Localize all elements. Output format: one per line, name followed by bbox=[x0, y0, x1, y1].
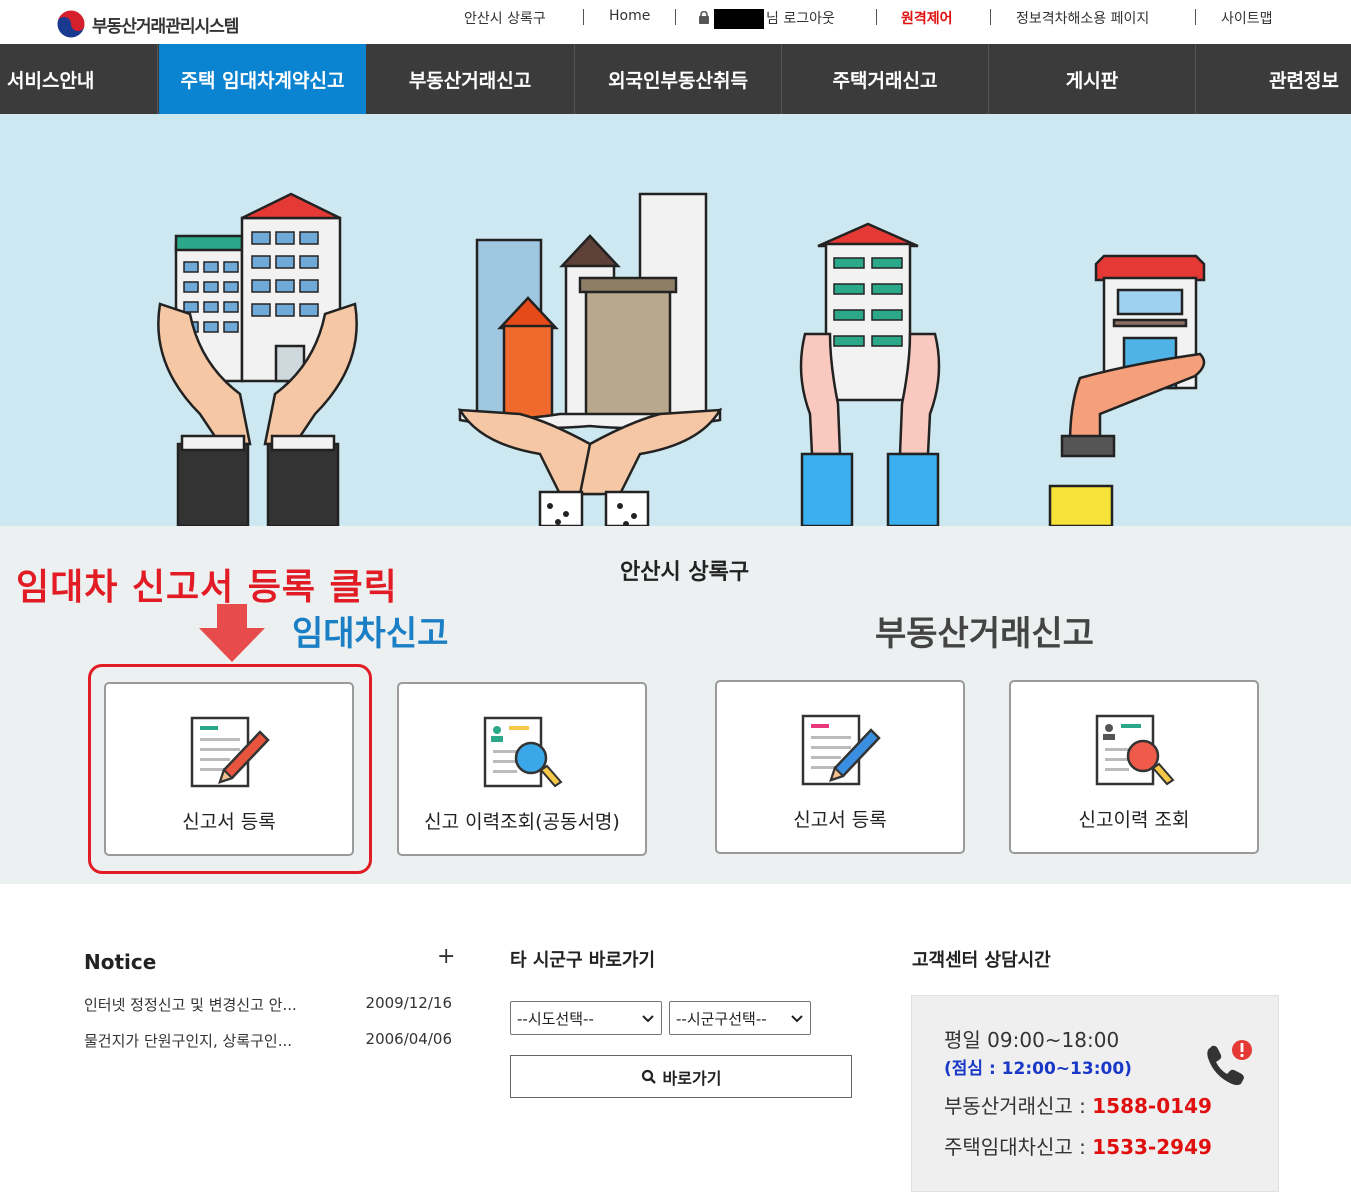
region-jump-title: 타 시군구 바로가기 bbox=[510, 950, 656, 971]
nav-lease-report[interactable]: 주택 임대차계약신고 bbox=[159, 44, 366, 114]
nav-service-info[interactable]: 서비스안내 bbox=[0, 44, 158, 114]
lease-phone-label: 주택임대차신고 : bbox=[944, 1135, 1093, 1159]
trade-phone-line: 부동산거래신고 : 1588-0149 bbox=[944, 1090, 1212, 1119]
hero-banner bbox=[0, 114, 1351, 526]
phone-alert-icon bbox=[1207, 1040, 1252, 1086]
sitemap-link[interactable]: 사이트맵 bbox=[1221, 8, 1273, 28]
arrow-down-icon bbox=[199, 604, 265, 662]
main-nav: 서비스안내 주택 임대차계약신고 부동산거래신고 외국인부동산취득 주택거래신고… bbox=[0, 44, 1351, 114]
divider bbox=[583, 9, 584, 25]
accessibility-page-link[interactable]: 정보격차해소용 페이지 bbox=[1016, 8, 1149, 28]
nav-related-info[interactable]: 관련정보 bbox=[1196, 44, 1351, 114]
form-pencil-icon bbox=[190, 716, 270, 788]
search-icon bbox=[641, 1069, 656, 1084]
region-title: 안산시 상록구 bbox=[620, 560, 750, 585]
customer-center-box: 평일 09:00~18:00 (점심 : 12:00~13:00) 부동산거래신… bbox=[911, 995, 1279, 1192]
chevron-down-icon bbox=[791, 1015, 803, 1023]
sido-select[interactable]: --시도선택-- bbox=[510, 1001, 662, 1035]
divider bbox=[990, 9, 991, 25]
business-hours: 평일 09:00~18:00 bbox=[944, 1028, 1120, 1052]
lease-history-card[interactable]: 신고 이력조회(공동서명) bbox=[397, 682, 647, 856]
divider bbox=[1195, 9, 1196, 25]
sido-select-value: --시도선택-- bbox=[517, 1009, 594, 1028]
lock-icon bbox=[699, 10, 709, 24]
lease-phone-number: 1533-2949 bbox=[1092, 1135, 1212, 1159]
nav-foreigner-acquisition[interactable]: 외국인부동산취득 bbox=[575, 44, 782, 114]
divider bbox=[876, 9, 877, 25]
trade-register-card[interactable]: 신고서 등록 bbox=[715, 680, 965, 854]
site-logo[interactable]: 부동산거래관리시스템 bbox=[56, 9, 239, 39]
lunch-hours: (점심 : 12:00~13:00) bbox=[944, 1059, 1132, 1079]
home-link[interactable]: Home bbox=[609, 8, 650, 24]
nav-real-estate-trade[interactable]: 부동산거래신고 bbox=[366, 44, 575, 114]
sigungu-select-value: --시군구선택-- bbox=[676, 1009, 767, 1028]
trade-section-title: 부동산거래신고 bbox=[875, 614, 1094, 654]
divider bbox=[675, 9, 676, 25]
trade-history-card[interactable]: 신고이력 조회 bbox=[1009, 680, 1259, 854]
trade-phone-number: 1588-0149 bbox=[1092, 1094, 1212, 1118]
masked-username bbox=[714, 9, 764, 29]
sigungu-select[interactable]: --시군구선택-- bbox=[669, 1001, 811, 1035]
customer-center-title: 고객센터 상담시간 bbox=[912, 950, 1051, 971]
notice-item-title[interactable]: 물건지가 단원구인지, 상록구인... bbox=[84, 1030, 292, 1051]
notice-title: Notice bbox=[84, 950, 157, 974]
lease-register-card[interactable]: 신고서 등록 bbox=[104, 682, 354, 856]
user-logout[interactable]: 님 로그아웃 bbox=[698, 8, 835, 29]
go-button[interactable]: 바로가기 bbox=[510, 1055, 852, 1098]
taegeuk-logo-icon bbox=[56, 9, 86, 39]
card-label: 신고서 등록 bbox=[793, 809, 887, 831]
card-label: 신고서 등록 bbox=[182, 811, 276, 833]
nav-board[interactable]: 게시판 bbox=[989, 44, 1196, 114]
lease-section-title: 임대차신고 bbox=[292, 614, 449, 654]
notice-more-button[interactable]: + bbox=[437, 944, 455, 969]
region-label: 안산시 상록구 bbox=[464, 11, 546, 27]
remote-control-link[interactable]: 원격제어 bbox=[901, 8, 953, 28]
card-label: 신고이력 조회 bbox=[1078, 809, 1190, 831]
lease-phone-line: 주택임대차신고 : 1533-2949 bbox=[944, 1131, 1212, 1160]
chevron-down-icon bbox=[642, 1015, 654, 1023]
top-utility-bar: 부동산거래관리시스템 안산시 상록구 Home 님 로그아웃 원격제어 정보격차… bbox=[0, 0, 1351, 44]
form-search-icon bbox=[483, 716, 563, 788]
report-service-section: 안산시 상록구 임대차 신고서 등록 클릭 임대차신고 부동산거래신고 신고서 … bbox=[0, 526, 1351, 884]
hands-holding-buildings-illustration bbox=[157, 192, 1206, 526]
logout-link[interactable]: 님 로그아웃 bbox=[766, 11, 835, 27]
go-button-label: 바로가기 bbox=[662, 1068, 722, 1088]
notice-item-date: 2009/12/16 bbox=[365, 994, 452, 1012]
notice-item-date: 2006/04/06 bbox=[365, 1030, 452, 1048]
form-pencil-icon bbox=[801, 714, 881, 786]
notice-item-title[interactable]: 인터넷 정정신고 및 변경신고 안... bbox=[84, 994, 297, 1015]
nav-housing-trade[interactable]: 주택거래신고 bbox=[782, 44, 989, 114]
trade-phone-label: 부동산거래신고 : bbox=[944, 1094, 1093, 1118]
card-label: 신고 이력조회(공동서명) bbox=[424, 811, 620, 833]
logo-text: 부동산거래관리시스템 bbox=[92, 16, 239, 37]
form-search-icon bbox=[1095, 714, 1175, 786]
